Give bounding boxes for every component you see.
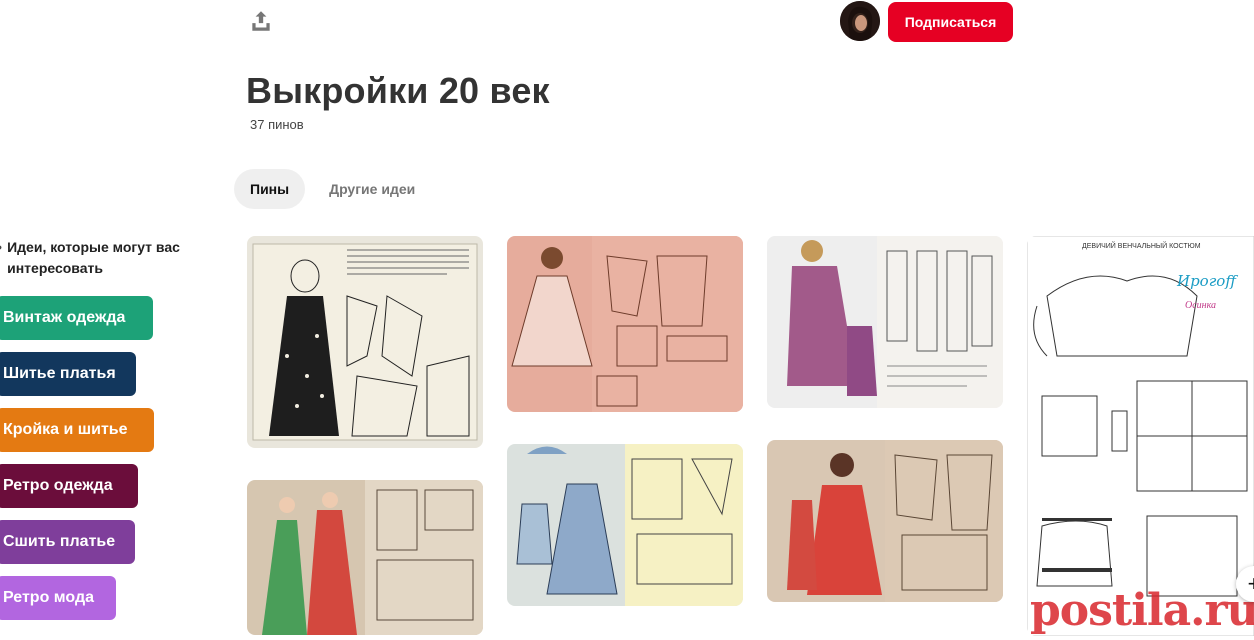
pin-image [507, 236, 743, 412]
pin-image: ДЕВИЧИЙ ВЕНЧАЛЬНЫЙ КОСТЮМ Ирогoff Осинка [1027, 236, 1254, 636]
pin-card[interactable] [767, 236, 1003, 408]
idea-chip-sew-dress[interactable]: Сшить платье [0, 520, 135, 564]
idea-chip-retro-clothing[interactable]: Ретро одежда [0, 464, 138, 508]
pin-card[interactable] [507, 236, 743, 412]
bullet-icon: • [0, 237, 3, 279]
page-title: Выкройки 20 век [246, 70, 550, 111]
pin-image [247, 480, 483, 635]
pin-count: 37 пинов [250, 117, 304, 132]
tab-pins[interactable]: Пины [234, 169, 306, 209]
tab-bar: Пины Другие идеи [234, 169, 431, 209]
idea-chip-dress-sewing[interactable]: Шитье платья [0, 352, 136, 396]
tab-more-ideas[interactable]: Другие идеи [313, 169, 431, 209]
idea-chip-cutting-sewing[interactable]: Кройка и шитье [0, 408, 154, 452]
ideas-title: • Идеи, которые могут вас интересовать [0, 237, 215, 279]
watermark: postila.ru [1030, 585, 1254, 636]
pin-card[interactable] [247, 480, 483, 635]
pin-card[interactable] [247, 236, 483, 448]
ideas-section: • Идеи, которые могут вас интересовать [0, 237, 215, 279]
pin-image [767, 236, 1003, 408]
plus-icon: + [1247, 571, 1254, 596]
share-button[interactable] [246, 6, 276, 36]
subscribe-button[interactable]: Подписаться [888, 2, 1013, 42]
pin-brand: Ирогoff [1176, 272, 1238, 290]
pin-image [507, 444, 743, 606]
idea-chip-vintage-clothing[interactable]: Винтаж одежда [0, 296, 153, 340]
ideas-title-text: Идеи, которые могут вас интересовать [7, 239, 180, 276]
avatar[interactable] [840, 1, 880, 41]
pin-card[interactable] [767, 440, 1003, 602]
pin-card[interactable]: ДЕВИЧИЙ ВЕНЧАЛЬНЫЙ КОСТЮМ Ирогoff Осинка [1027, 236, 1254, 636]
pin-sub: Осинка [1185, 300, 1216, 311]
pin-card[interactable] [507, 444, 743, 606]
pin-image [247, 236, 483, 448]
pin-caption: ДЕВИЧИЙ ВЕНЧАЛЬНЫЙ КОСТЮМ [1082, 241, 1201, 250]
idea-chip-retro-fashion[interactable]: Ретро мода [0, 576, 116, 620]
pin-image [767, 440, 1003, 602]
share-upload-icon [252, 11, 270, 31]
